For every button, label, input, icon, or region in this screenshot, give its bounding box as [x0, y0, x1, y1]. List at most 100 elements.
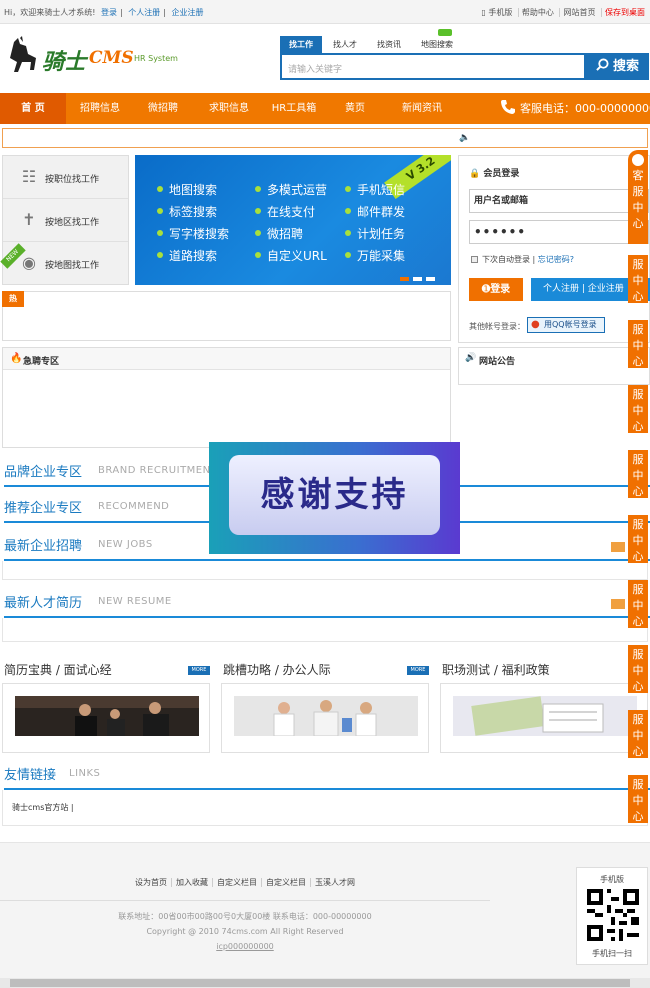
recommend-section-title: 推荐企业专区 — [4, 501, 83, 516]
article-column-2-box — [221, 683, 429, 753]
footer-divider — [0, 900, 490, 901]
service-tab-2[interactable]: 服中心 — [628, 255, 648, 303]
banner-dot-3[interactable] — [426, 277, 435, 281]
thanks-overlay[interactable]: 感谢支持 — [209, 442, 460, 554]
business-handshake-photo[interactable] — [15, 696, 199, 736]
horizontal-scrollbar[interactable] — [0, 978, 650, 988]
footer-icp[interactable]: icp000000000 — [0, 942, 490, 951]
site-logo[interactable]: 骑士 CMS HR System — [4, 36, 184, 82]
password-field[interactable]: •••••• — [469, 220, 649, 244]
service-tab-9[interactable]: 服中心 — [628, 710, 648, 758]
find-by-area-label: 按地区找工作 — [45, 218, 100, 228]
tab-find-job[interactable]: 找工作 — [280, 36, 322, 53]
footer-link-custom-1[interactable]: 自定义栏目 — [212, 878, 261, 887]
nav-home[interactable]: 首 页 — [0, 93, 66, 124]
service-tab-6[interactable]: 服中心 — [628, 515, 648, 563]
qq-login-button[interactable]: ● 用QQ帐号登录 — [527, 317, 605, 333]
service-phone: 客服电话：000-00000000 — [500, 93, 650, 124]
article-column-2-title[interactable]: 跳槽功略 / 办公人际 — [223, 661, 331, 678]
banner-dot-1[interactable] — [400, 277, 409, 281]
customer-service-tab[interactable]: 客服中心 — [628, 150, 648, 244]
find-by-position-label: 按职位找工作 — [45, 175, 100, 185]
service-tab-5[interactable]: 服中心 — [628, 450, 648, 498]
phone-icon — [501, 100, 515, 114]
new-badge-icon — [438, 29, 452, 36]
service-tab-4[interactable]: 服中心 — [628, 385, 648, 433]
links-section-header: 友情链接 LINKS — [4, 764, 650, 790]
announcement-title: 网站公告 — [479, 357, 516, 367]
links-section-subtitle: LINKS — [69, 768, 101, 779]
urgent-jobs-box: 🔥 急聘专区 — [2, 347, 451, 448]
announcement-box: 🔊 网站公告 — [458, 347, 650, 385]
links-section-title: 友情链接 — [4, 768, 57, 783]
username-field[interactable]: 用户名或邮箱 — [469, 189, 649, 213]
tab-find-news[interactable]: 找资讯 — [368, 36, 410, 53]
footer-link-custom-2[interactable]: 自定义栏目 — [261, 878, 310, 887]
service-tab-3[interactable]: 服中心 — [628, 320, 648, 368]
tab-map-search[interactable]: 地图搜索 — [412, 36, 462, 53]
urgent-jobs-header: 🔥 急聘专区 — [3, 348, 450, 370]
feature-11: 自定义URL — [255, 247, 327, 264]
thanks-text: 感谢支持 — [229, 455, 440, 535]
article-column-3-title[interactable]: 职场测试 / 福利政策 — [442, 661, 550, 678]
footer-link-set-home[interactable]: 设为首页 — [131, 878, 171, 887]
feature-3: 手机短信 — [345, 181, 405, 198]
nav-micro-recruit[interactable]: 微招聘 — [136, 93, 190, 124]
new-resume-section-header: 最新人才简历 NEW RESUME — [4, 592, 650, 618]
knight-horse-icon — [10, 36, 36, 72]
flame-icon: 🔥 — [10, 353, 23, 364]
nav-hr-toolbox[interactable]: HR工具箱 — [264, 93, 324, 124]
forgot-password-link[interactable]: 忘记密码? — [538, 255, 574, 264]
save-desktop-link[interactable]: 保存到桌面 — [601, 8, 648, 17]
logo-cms: CMS — [89, 48, 134, 68]
qr-bottom-label: 手机扫一扫 — [592, 949, 632, 958]
help-center-link[interactable]: 帮助中心 — [517, 8, 557, 17]
service-tab-7[interactable]: 服中心 — [628, 580, 648, 628]
more-tab-icon[interactable] — [611, 542, 625, 552]
speaker-icon: 🔊 — [465, 353, 477, 363]
login-link[interactable]: 登录 — [101, 8, 117, 17]
welcome-text: Hi，欢迎来骑士人才系统! — [4, 8, 96, 17]
service-avatar-icon — [632, 154, 644, 166]
friend-links-pane: 骑士cms官方站 | — [2, 790, 648, 826]
money-documents-photo[interactable] — [453, 696, 637, 736]
nav-jobs[interactable]: 招聘信息 — [70, 93, 130, 124]
feature-7: 写字楼搜索 — [157, 225, 229, 242]
find-by-area[interactable]: ✝ 按地区找工作 — [3, 199, 128, 242]
office-people-photo[interactable] — [234, 696, 418, 736]
article-column-1-more[interactable]: MORE — [188, 666, 210, 675]
feature-banner[interactable]: V 3.2 地图搜索 多模式运营 手机短信 标签搜索 在线支付 邮件群发 写字楼… — [135, 155, 451, 285]
company-register-link[interactable]: 企业注册 — [172, 8, 204, 17]
mobile-link[interactable]: ▯ 手机版 — [478, 8, 515, 17]
article-column-2-more[interactable]: MORE — [407, 666, 429, 675]
banner-dot-2[interactable] — [413, 277, 422, 281]
footer-link-favorite[interactable]: 加入收藏 — [171, 878, 212, 887]
service-tab-8[interactable]: 服中心 — [628, 645, 648, 693]
new-jobs-section-subtitle: NEW JOBS — [98, 539, 153, 550]
nav-resumes[interactable]: 求职信息 — [200, 93, 258, 124]
member-login-panel: 🔒 会员登录 用户名或邮箱 •••••• 下次自动登录 | 忘记密码? ➊登录 … — [458, 155, 650, 343]
tab-find-talent[interactable]: 找人才 — [324, 36, 366, 53]
article-column-2: 跳槽功略 / 办公人际 MORE — [221, 655, 429, 753]
nav-news[interactable]: 新闻资讯 — [394, 93, 450, 124]
auto-login-checkbox[interactable] — [471, 256, 478, 263]
service-phone-text: 客服电话：000-00000000 — [520, 102, 650, 115]
scrollbar-thumb[interactable] — [10, 979, 630, 987]
service-tab-10[interactable]: 服中心 — [628, 775, 648, 823]
personal-register-link[interactable]: 个人注册 — [128, 8, 160, 17]
user-circle-icon: ➊ — [481, 284, 491, 295]
friend-link-74cms[interactable]: 骑士cms官方站 | — [12, 802, 74, 813]
search-button-label: 搜索 — [612, 59, 639, 74]
nav-yellow-pages[interactable]: 黄页 — [335, 93, 375, 124]
article-column-1-title[interactable]: 简历宝典 / 面试心经 — [4, 661, 112, 678]
find-by-position[interactable]: ☷ 按职位找工作 — [3, 156, 128, 199]
new-jobs-section-title: 最新企业招聘 — [4, 539, 83, 554]
footer-link-yuxi[interactable]: 玉溪人才网 — [310, 878, 359, 887]
magnify-list-icon: ☷ — [21, 167, 37, 186]
search-button[interactable]: 搜索 — [586, 53, 649, 80]
auto-login-label: 下次自动登录 — [482, 255, 530, 264]
search-input[interactable]: 请输入关键字 — [280, 53, 586, 80]
site-home-link[interactable]: 网站首页 — [559, 8, 599, 17]
login-button[interactable]: ➊登录 — [469, 278, 523, 301]
more-tab-icon[interactable] — [611, 599, 625, 609]
